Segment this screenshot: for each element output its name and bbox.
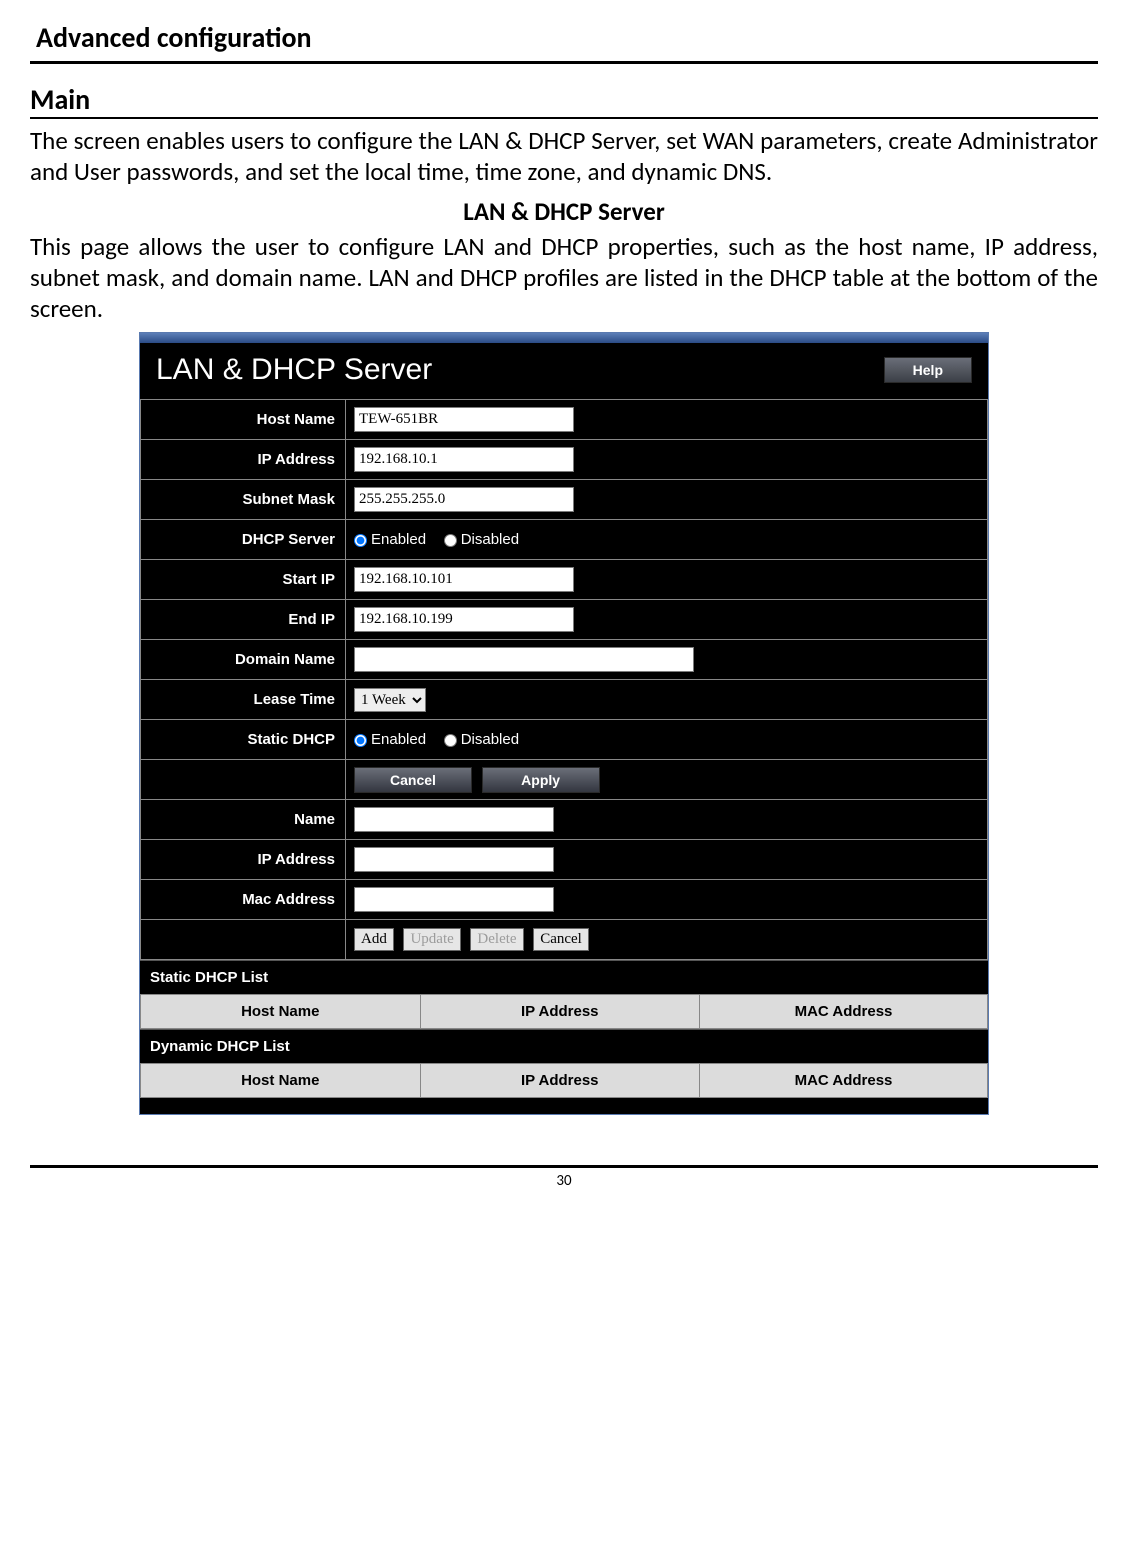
start-ip-input[interactable] <box>354 567 574 592</box>
dhcp-enabled-label: Enabled <box>371 531 426 548</box>
panel-title: LAN & DHCP Server <box>156 353 432 387</box>
dhcp-disabled-radio[interactable] <box>444 534 457 547</box>
dhcp-enabled-option[interactable]: Enabled <box>354 531 426 548</box>
col-ip-static: IP Address <box>420 995 700 1029</box>
lease-time-select[interactable]: 1 Week <box>354 688 426 712</box>
static-disabled-label: Disabled <box>461 731 519 748</box>
static-enabled-option[interactable]: Enabled <box>354 731 426 748</box>
static-disabled-radio[interactable] <box>444 734 457 747</box>
panel-footer-spacer <box>140 1098 988 1114</box>
static-enabled-radio[interactable] <box>354 734 367 747</box>
label-subnet-mask: Subnet Mask <box>141 480 346 520</box>
config-table: Host Name IP Address Subnet Mask DHCP Se… <box>140 399 988 960</box>
label-start-ip: Start IP <box>141 560 346 600</box>
page-number: 30 <box>30 1172 1098 1190</box>
description-paragraph: This page allows the user to configure L… <box>30 231 1098 325</box>
col-host-static: Host Name <box>141 995 421 1029</box>
subsection-heading: LAN & DHCP Server <box>30 196 1098 227</box>
domain-name-input[interactable] <box>354 647 694 672</box>
static-enabled-label: Enabled <box>371 731 426 748</box>
add-button[interactable]: Add <box>354 928 394 951</box>
label-static-dhcp: Static DHCP <box>141 720 346 760</box>
label-host-name: Host Name <box>141 400 346 440</box>
col-ip-dynamic: IP Address <box>420 1064 700 1098</box>
dhcp-enabled-radio[interactable] <box>354 534 367 547</box>
label-lease-time: Lease Time <box>141 680 346 720</box>
cancel-entry-button[interactable]: Cancel <box>533 928 589 951</box>
ip-address-input[interactable] <box>354 447 574 472</box>
intro-paragraph: The screen enables users to configure th… <box>30 125 1098 188</box>
entry-name-input[interactable] <box>354 807 554 832</box>
host-name-input[interactable] <box>354 407 574 432</box>
label-dhcp-server: DHCP Server <box>141 520 346 560</box>
entry-ip-input[interactable] <box>354 847 554 872</box>
static-disabled-option[interactable]: Disabled <box>444 731 519 748</box>
static-dhcp-list-header: Static DHCP List <box>140 960 988 994</box>
label-entry-ip: IP Address <box>141 840 346 880</box>
cancel-button[interactable]: Cancel <box>354 767 472 793</box>
dhcp-disabled-option[interactable]: Disabled <box>444 531 519 548</box>
label-ip-address: IP Address <box>141 440 346 480</box>
page-title: Advanced configuration <box>30 20 1098 64</box>
label-end-ip: End IP <box>141 600 346 640</box>
static-dhcp-columns: Host Name IP Address MAC Address <box>140 994 988 1029</box>
label-domain-name: Domain Name <box>141 640 346 680</box>
label-entry-name: Name <box>141 800 346 840</box>
panel-header: LAN & DHCP Server Help <box>140 343 988 399</box>
router-ui-panel: LAN & DHCP Server Help Host Name IP Addr… <box>139 332 989 1115</box>
col-mac-static: MAC Address <box>700 995 988 1029</box>
label-entry-mac: Mac Address <box>141 880 346 920</box>
dhcp-disabled-label: Disabled <box>461 531 519 548</box>
col-mac-dynamic: MAC Address <box>700 1064 988 1098</box>
subnet-mask-input[interactable] <box>354 487 574 512</box>
window-titlebar <box>140 333 988 343</box>
delete-button[interactable]: Delete <box>470 928 523 951</box>
empty-label-crud <box>141 920 346 960</box>
footer-rule <box>30 1165 1098 1168</box>
col-host-dynamic: Host Name <box>141 1064 421 1098</box>
update-button[interactable]: Update <box>403 928 460 951</box>
empty-label-actions <box>141 760 346 800</box>
dynamic-dhcp-columns: Host Name IP Address MAC Address <box>140 1063 988 1098</box>
help-button[interactable]: Help <box>884 357 972 383</box>
dynamic-dhcp-list-header: Dynamic DHCP List <box>140 1029 988 1063</box>
apply-button[interactable]: Apply <box>482 767 600 793</box>
section-heading-main: Main <box>30 82 1098 119</box>
end-ip-input[interactable] <box>354 607 574 632</box>
entry-mac-input[interactable] <box>354 887 554 912</box>
